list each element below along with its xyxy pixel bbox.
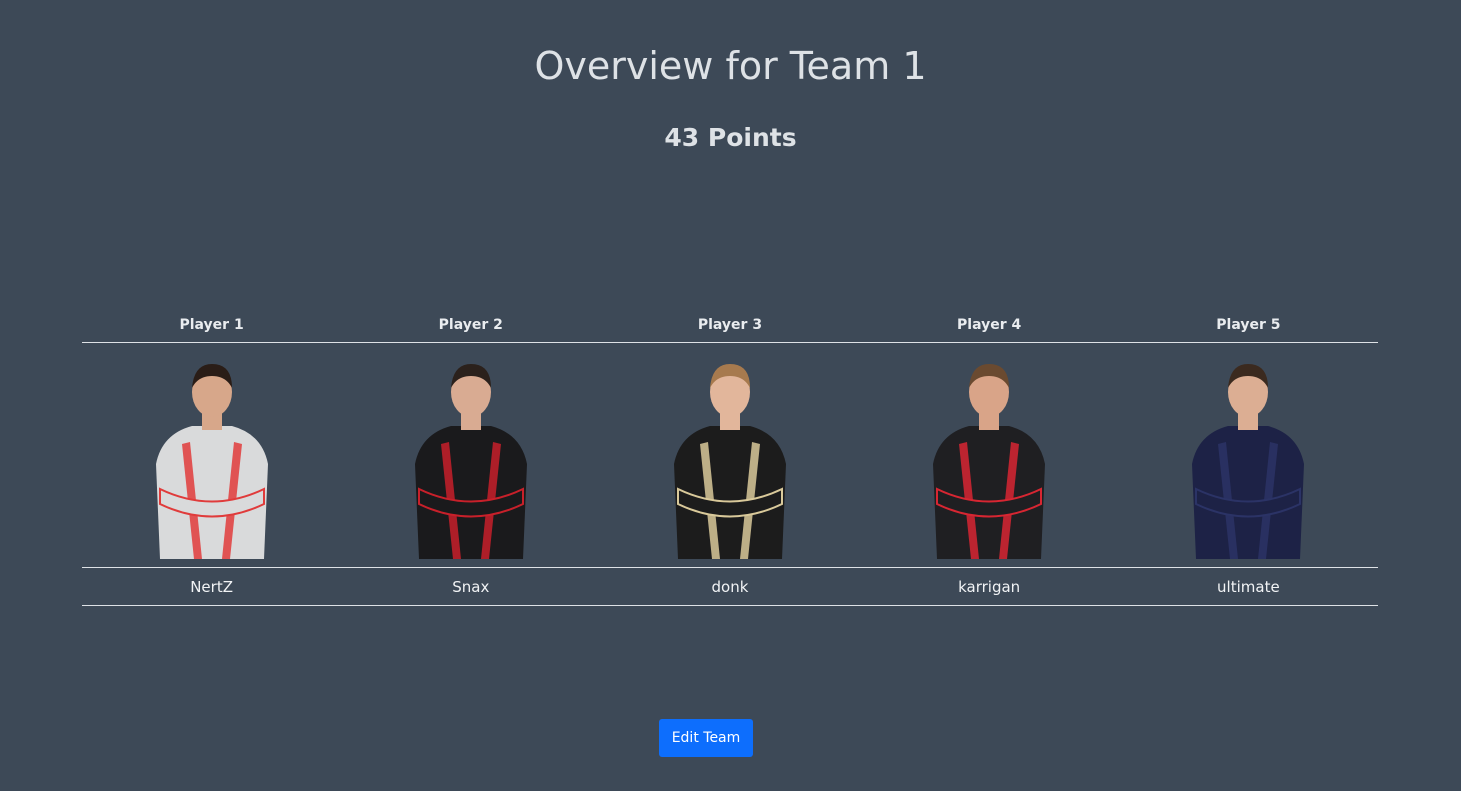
player-photo	[1119, 354, 1378, 559]
player-name: Snax	[341, 567, 601, 606]
column-header-player-2: Player 2	[341, 307, 601, 343]
photo-cell	[1118, 342, 1378, 568]
jersey	[673, 426, 786, 559]
column-header-player-1: Player 1	[82, 307, 342, 343]
header-row: Player 1 Player 2 Player 3 Player 4 Play…	[82, 307, 1378, 343]
player-figure	[155, 364, 268, 559]
player-name: NertZ	[82, 567, 342, 606]
column-header-player-5: Player 5	[1118, 307, 1378, 343]
player-name: donk	[600, 567, 860, 606]
jersey	[155, 426, 268, 559]
team-points: 43 Points	[664, 123, 797, 152]
player-table: Player 1 Player 2 Player 3 Player 4 Play…	[82, 307, 1378, 606]
player-figure	[933, 364, 1046, 559]
column-header-player-3: Player 3	[600, 307, 860, 343]
player-photo	[341, 354, 600, 559]
photo-cell	[341, 342, 601, 568]
photo-row	[82, 342, 1378, 568]
team-overview-page: Overview for Team 1 43 Points Player 1 P…	[0, 0, 1461, 791]
player-photo	[860, 354, 1119, 559]
page-title: Overview for Team 1	[534, 44, 927, 88]
photo-cell	[82, 342, 342, 568]
jersey	[1192, 426, 1305, 559]
jersey	[933, 426, 1046, 559]
player-figure	[1192, 364, 1305, 559]
player-name: karrigan	[859, 567, 1119, 606]
photo-cell	[859, 342, 1119, 568]
edit-team-button[interactable]: Edit Team	[659, 719, 753, 757]
player-photo	[600, 354, 859, 559]
player-photo	[82, 354, 341, 559]
player-name: ultimate	[1118, 567, 1378, 606]
player-figure	[414, 364, 527, 559]
photo-cell	[600, 342, 860, 568]
player-figure	[673, 364, 786, 559]
name-row: NertZ Snax donk karrigan ultimate	[82, 567, 1378, 606]
column-header-player-4: Player 4	[859, 307, 1119, 343]
jersey	[414, 426, 527, 559]
